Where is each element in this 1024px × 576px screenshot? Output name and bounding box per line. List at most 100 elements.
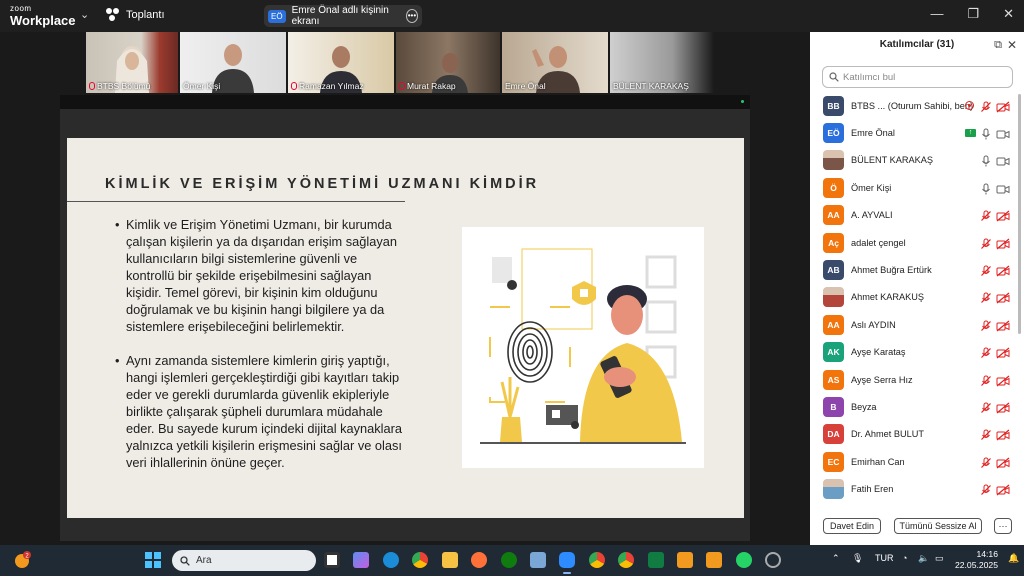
video-off-icon[interactable]	[996, 264, 1010, 277]
mic-icon[interactable]	[980, 182, 992, 195]
participant-row[interactable]: EC Emirhan Can	[810, 448, 1016, 475]
bullet-item: Aynı zamanda sistemlere kimlerin giriş y…	[115, 352, 407, 471]
task-view-icon[interactable]	[324, 552, 340, 568]
participant-row[interactable]: AS Ayşe Serra Hız	[810, 366, 1016, 393]
video-tile-emre[interactable]: Emre Önal	[502, 32, 608, 93]
video-off-icon[interactable]	[996, 100, 1010, 113]
maximize-button[interactable]: ❐	[967, 6, 979, 22]
close-icon[interactable]: ✕	[1007, 32, 1017, 58]
weather-icon[interactable]: 2	[12, 550, 32, 570]
xbox-icon[interactable]	[501, 552, 517, 568]
participant-row[interactable]: AA Aslı AYDIN	[810, 311, 1016, 338]
muted-mic-icon[interactable]	[980, 456, 992, 468]
app-orange-2-icon[interactable]	[706, 552, 722, 568]
video-off-icon[interactable]	[996, 346, 1010, 359]
excel-icon[interactable]	[648, 552, 664, 568]
mute-all-button[interactable]: Tümünü Sessize Al	[894, 518, 982, 534]
search-input[interactable]	[843, 71, 1003, 83]
chrome-icon[interactable]	[412, 552, 428, 568]
participant-row[interactable]: B Beyza	[810, 393, 1016, 420]
tile-name: BÜLENT KARAKAŞ	[613, 81, 689, 91]
video-off-icon[interactable]	[996, 456, 1010, 469]
muted-mic-icon[interactable]	[980, 264, 992, 276]
participant-row[interactable]: Ö Ömer Kişi	[810, 174, 1016, 201]
chrome-profile-2-icon[interactable]	[618, 552, 634, 568]
video-off-icon[interactable]	[996, 319, 1010, 332]
participant-row[interactable]: AK Ayşe Karataş	[810, 339, 1016, 366]
scrollbar-thumb[interactable]	[1018, 94, 1021, 334]
speaker-icon[interactable]: 🔈	[918, 553, 929, 564]
invite-button[interactable]: Davet Edin	[823, 518, 881, 534]
app-orange-icon[interactable]	[677, 552, 693, 568]
more-options-button[interactable]: ···	[994, 518, 1012, 534]
pop-out-icon[interactable]: ⧉	[994, 32, 1002, 58]
file-explorer-icon[interactable]	[442, 552, 458, 568]
close-button[interactable]: ✕	[1003, 6, 1014, 22]
muted-mic-icon[interactable]	[980, 401, 992, 413]
app-icon[interactable]	[530, 552, 546, 568]
mic-icon[interactable]	[980, 154, 992, 167]
video-off-icon[interactable]	[996, 291, 1010, 304]
notifications-icon[interactable]: 🔔	[1008, 553, 1019, 564]
muted-mic-icon[interactable]	[980, 237, 992, 249]
more-options-icon[interactable]: •••	[405, 9, 418, 23]
video-icon[interactable]	[996, 154, 1010, 166]
participant-row[interactable]: DA Dr. Ahmet BULUT	[810, 421, 1016, 448]
participant-row[interactable]: EÖ Emre Önal ↑	[810, 119, 1016, 146]
chrome-profile-icon[interactable]	[589, 552, 605, 568]
participant-row[interactable]: BÜLENT KARAKAŞ	[810, 147, 1016, 174]
video-off-icon[interactable]	[996, 237, 1010, 250]
mic-icon[interactable]	[980, 127, 992, 140]
language-indicator[interactable]: TUR	[875, 553, 894, 563]
avatar: EC	[823, 451, 844, 472]
video-tile-murat[interactable]: Murat Rakap	[396, 32, 500, 93]
firefox-icon[interactable]	[471, 552, 487, 568]
app-circle-icon[interactable]	[765, 552, 781, 568]
participant-name: Emirhan Can	[851, 456, 905, 467]
participant-row[interactable]: AA A. AYVALI	[810, 202, 1016, 229]
scrollbar[interactable]	[1017, 92, 1022, 506]
participant-row[interactable]: Fatih Eren	[810, 475, 1016, 502]
meeting-info-button[interactable]: Toplantı	[106, 8, 165, 22]
muted-mic-icon[interactable]	[980, 209, 992, 222]
video-off-icon[interactable]	[996, 209, 1010, 222]
clock[interactable]: 14:16 22.05.2025	[954, 549, 998, 571]
video-tile-ramazan[interactable]: Ramazan Yılmaz	[288, 32, 394, 93]
video-off-icon[interactable]	[996, 401, 1010, 414]
video-off-icon[interactable]	[996, 483, 1010, 496]
zoom-icon[interactable]	[559, 552, 575, 568]
muted-mic-icon[interactable]	[980, 483, 992, 496]
video-icon[interactable]	[996, 182, 1010, 194]
start-icon[interactable]	[145, 552, 161, 568]
panel-header: Katılımcılar (31) ⧉ ✕	[810, 32, 1024, 58]
taskbar-search[interactable]: Ara	[172, 550, 316, 571]
screen-share-indicator[interactable]: EÖ Emre Önal adlı kişinin ekranı •••	[264, 5, 422, 27]
muted-mic-icon[interactable]	[980, 319, 992, 331]
muted-mic-icon[interactable]	[980, 291, 992, 304]
participant-row[interactable]: Aç adalet çengel	[810, 229, 1016, 256]
muted-mic-icon[interactable]	[980, 100, 992, 112]
video-tile-bulent[interactable]: BÜLENT KARAKAŞ	[610, 32, 714, 93]
copilot-icon[interactable]	[353, 552, 369, 568]
wifi-icon[interactable]: ◔	[902, 553, 907, 563]
participant-row[interactable]: AB Ahmet Buğra Ertürk	[810, 256, 1016, 283]
video-tile-omer[interactable]: Ömer Kişi	[180, 32, 286, 93]
edge-icon[interactable]	[383, 552, 399, 568]
participant-row[interactable]: BB BTBS ... (Oturum Sahibi, ben)	[810, 92, 1016, 119]
video-off-icon[interactable]	[996, 428, 1010, 441]
whatsapp-icon[interactable]	[736, 552, 752, 568]
video-off-icon[interactable]	[996, 374, 1010, 387]
muted-mic-icon[interactable]	[980, 346, 992, 359]
video-tile-btbs[interactable]: BTBS Bölümü	[86, 32, 178, 93]
minimize-button[interactable]: —	[930, 6, 943, 22]
muted-mic-icon[interactable]	[980, 374, 992, 386]
microphone-icon[interactable]: 🎙	[852, 553, 863, 564]
participant-name: BÜLENT KARAKAŞ	[851, 155, 934, 166]
battery-icon[interactable]: ▭	[935, 553, 944, 564]
participant-row[interactable]: Ahmet KARAKUŞ	[810, 284, 1016, 311]
muted-mic-icon[interactable]	[980, 428, 992, 441]
video-icon[interactable]	[996, 127, 1010, 139]
chevron-up-icon[interactable]: ⌃	[832, 553, 840, 564]
chevron-down-icon[interactable]: ⌄	[80, 8, 89, 21]
participant-search[interactable]	[822, 66, 1013, 88]
